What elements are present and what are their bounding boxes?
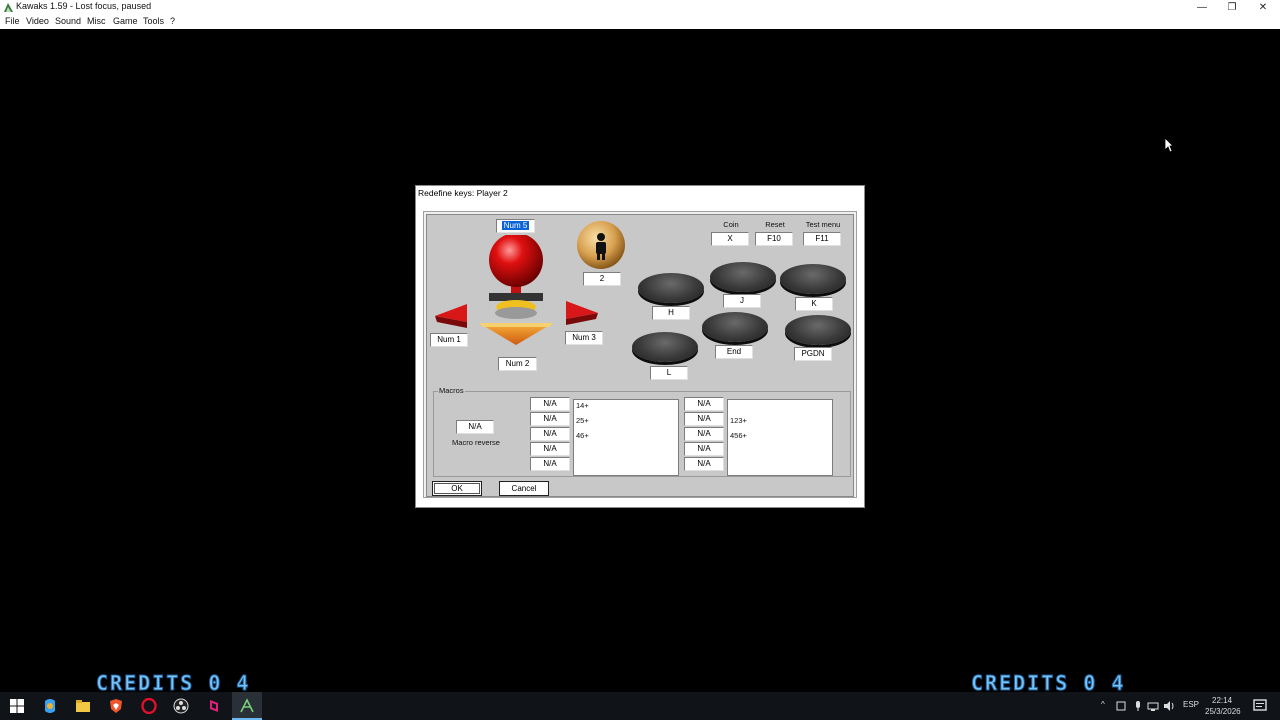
button-h-key-field[interactable]: H: [652, 306, 690, 320]
window-titlebar: Kawaks 1.59 - Lost focus, paused — ❐ ✕: [0, 0, 1280, 15]
button-pgdn-key-field[interactable]: PGDN: [794, 347, 832, 361]
volume-icon[interactable]: [1163, 700, 1175, 712]
file-explorer-icon[interactable]: [75, 698, 91, 714]
cancel-button[interactable]: Cancel: [499, 481, 549, 496]
copilot-icon[interactable]: [42, 698, 58, 714]
macro-key-field-left-3[interactable]: N/A: [530, 427, 570, 441]
button-l-icon: [632, 332, 698, 362]
button-pgdn-icon: [785, 315, 851, 345]
close-button[interactable]: ✕: [1248, 0, 1278, 15]
credits-left: CREDITS 0 4: [95, 671, 251, 696]
button-h-icon: [638, 273, 704, 303]
menu-help[interactable]: ?: [170, 16, 175, 26]
button-end-key-field[interactable]: End: [715, 345, 753, 359]
left-arrow-icon: [435, 304, 467, 328]
network-icon[interactable]: [1147, 700, 1159, 712]
button-end-icon: [702, 312, 768, 342]
ok-button[interactable]: OK: [432, 481, 482, 496]
macro-key-field-right-3[interactable]: N/A: [684, 427, 724, 441]
windows-start-icon[interactable]: [9, 698, 25, 714]
macro-key-field-left-5[interactable]: N/A: [530, 457, 570, 471]
menu-video[interactable]: Video: [26, 16, 49, 26]
button-j-icon: [710, 262, 776, 292]
menu-bar: File Video Sound Misc Game Tools ?: [0, 15, 1280, 29]
macro-key-field-left-1[interactable]: N/A: [530, 397, 570, 411]
menu-game[interactable]: Game: [113, 16, 138, 26]
up-key-field[interactable]: Num 5: [496, 219, 535, 233]
menu-misc[interactable]: Misc: [87, 16, 106, 26]
window-title: Kawaks 1.59 - Lost focus, paused: [16, 1, 152, 11]
reset-label: Reset: [765, 220, 785, 229]
button-k-icon: [780, 264, 846, 294]
macros-group: Macros N/A Macro reverse N/A N/A N/A N/A…: [433, 386, 851, 477]
menu-file[interactable]: File: [5, 16, 20, 26]
tray-device-icon[interactable]: [1115, 700, 1127, 712]
notification-icon[interactable]: [1253, 699, 1267, 713]
kawaks-taskbar-icon: [240, 698, 254, 713]
down-key-field[interactable]: Num 2: [498, 357, 537, 371]
button-l-key-field[interactable]: L: [650, 366, 688, 380]
start-key-field[interactable]: 2: [583, 272, 621, 286]
dialog-title: Redefine keys: Player 2: [418, 188, 508, 198]
obs-icon[interactable]: [173, 698, 189, 714]
language-indicator[interactable]: ESP: [1183, 700, 1199, 709]
start-player-icon: [577, 221, 625, 269]
coin-key-field[interactable]: X: [711, 232, 749, 246]
macro-key-field-right-1[interactable]: N/A: [684, 397, 724, 411]
list-item[interactable]: 456+: [730, 431, 747, 440]
menu-sound[interactable]: Sound: [55, 16, 81, 26]
test-menu-label: Test menu: [805, 220, 841, 229]
coin-label: Coin: [723, 220, 739, 229]
list-item[interactable]: 123+: [730, 416, 747, 425]
macro-list-left[interactable]: 14+ 25+ 46+: [573, 399, 679, 476]
macro-key-field-right-5[interactable]: N/A: [684, 457, 724, 471]
macro-reverse-label: Macro reverse: [452, 438, 500, 447]
right-arrow-icon: [566, 301, 598, 325]
opera-browser-icon[interactable]: [141, 698, 157, 714]
dialog-body: Num 5 Num 1 Num 3 Num 2 2 Coin Reset Tes…: [423, 211, 857, 498]
test-menu-key-field[interactable]: F11: [803, 232, 841, 246]
right-key-field[interactable]: Num 3: [565, 331, 603, 345]
button-j-key-field[interactable]: J: [723, 294, 761, 308]
clock-time[interactable]: 22:14: [1212, 696, 1232, 705]
redefine-keys-dialog: Redefine keys: Player 2 Num 5 Num 1 Num …: [415, 185, 865, 508]
taskbar-kawaks-active[interactable]: [232, 692, 262, 720]
tray-chevron-up-icon[interactable]: ^: [1101, 700, 1105, 709]
brave-browser-icon[interactable]: [108, 698, 124, 714]
joystick-icon: [479, 235, 553, 345]
macro-list-right[interactable]: 123+ 456+: [727, 399, 833, 476]
taskbar: ^ ESP 22:14 25/3/2026: [0, 692, 1280, 720]
macros-label: Macros: [438, 386, 465, 395]
menu-tools[interactable]: Tools: [143, 16, 164, 26]
app-pink-icon[interactable]: [206, 698, 222, 714]
minimize-button[interactable]: —: [1187, 0, 1217, 15]
controller-panel: Num 5 Num 1 Num 3 Num 2 2 Coin Reset Tes…: [426, 214, 854, 497]
clock-date[interactable]: 25/3/2026: [1205, 707, 1241, 716]
list-item[interactable]: 25+: [576, 416, 589, 425]
up-key-value: Num 5: [501, 221, 530, 230]
macro-key-field-right-4[interactable]: N/A: [684, 442, 724, 456]
left-key-field[interactable]: Num 1: [430, 333, 468, 347]
mouse-cursor-icon: [1164, 137, 1174, 153]
macro-key-field-left-4[interactable]: N/A: [530, 442, 570, 456]
credits-right: CREDITS 0 4: [970, 671, 1126, 696]
reset-key-field[interactable]: F10: [755, 232, 793, 246]
maximize-button[interactable]: ❐: [1217, 0, 1247, 15]
macro-reverse-key-field[interactable]: N/A: [456, 420, 494, 434]
microphone-icon[interactable]: [1132, 700, 1144, 712]
macro-key-field-right-2[interactable]: N/A: [684, 412, 724, 426]
macro-key-field-left-2[interactable]: N/A: [530, 412, 570, 426]
list-item[interactable]: 46+: [576, 431, 589, 440]
kawaks-app-icon: [4, 3, 13, 12]
list-item[interactable]: 14+: [576, 401, 589, 410]
button-k-key-field[interactable]: K: [795, 297, 833, 311]
